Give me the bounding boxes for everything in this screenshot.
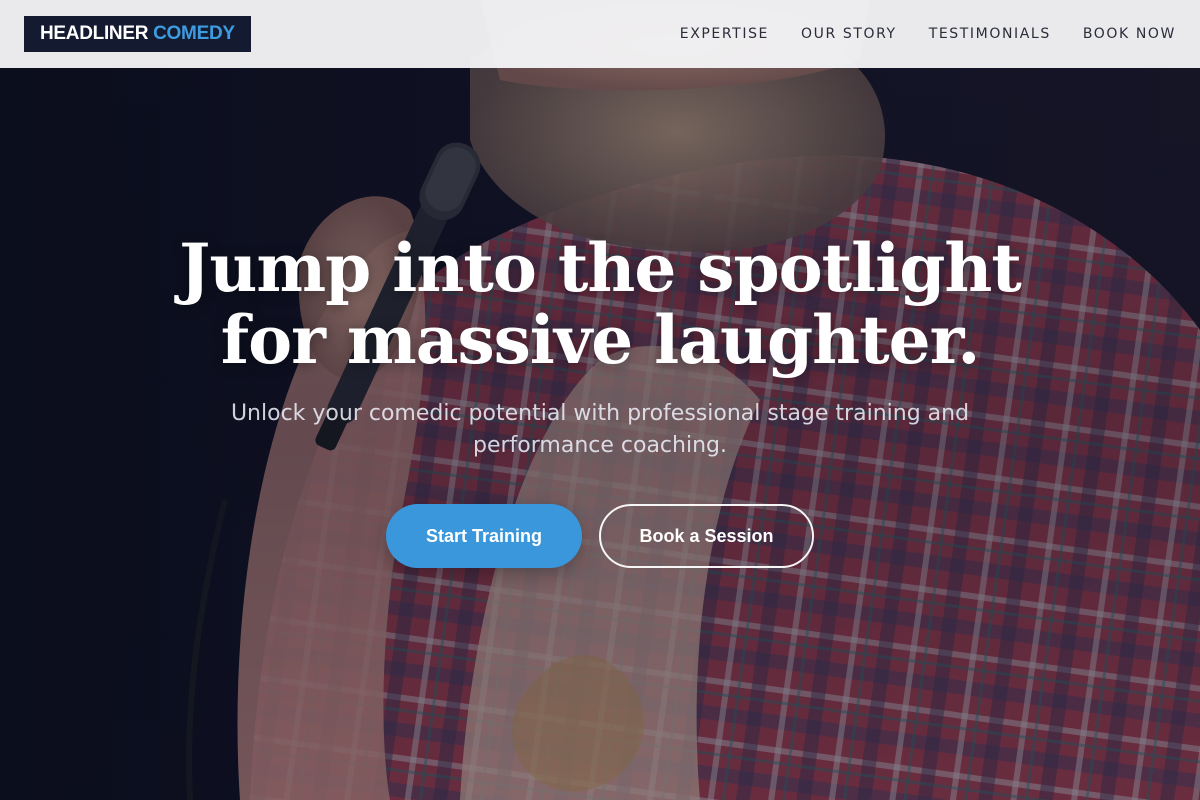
- book-session-button[interactable]: Book a Session: [599, 504, 814, 568]
- brand-name-part1: HEADLINER: [40, 23, 149, 44]
- hero-copy: Jump into the spotlight for massive laug…: [0, 232, 1200, 568]
- nav-item-testimonials[interactable]: TESTIMONIALS: [929, 26, 1051, 42]
- nav-item-book-now[interactable]: BOOK NOW: [1083, 26, 1176, 42]
- site-header: HEADLINER COMEDY EXPERTISE OUR STORY TES…: [0, 0, 1200, 68]
- hero-headline-line2: for massive laughter.: [220, 301, 981, 379]
- hero-cta-group: Start Training Book a Session: [0, 504, 1200, 568]
- hero-subtitle: Unlock your comedic potential with profe…: [230, 401, 970, 458]
- hero-headline: Jump into the spotlight for massive laug…: [0, 232, 1200, 376]
- brand-logo[interactable]: HEADLINER COMEDY: [24, 16, 251, 52]
- nav-item-expertise[interactable]: EXPERTISE: [680, 26, 769, 42]
- start-training-button[interactable]: Start Training: [386, 504, 582, 568]
- hero-headline-line1: Jump into the spotlight: [179, 229, 1022, 307]
- main-nav: EXPERTISE OUR STORY TESTIMONIALS BOOK NO…: [648, 26, 1176, 42]
- brand-name-part2: COMEDY: [153, 23, 235, 44]
- nav-item-our-story[interactable]: OUR STORY: [801, 26, 897, 42]
